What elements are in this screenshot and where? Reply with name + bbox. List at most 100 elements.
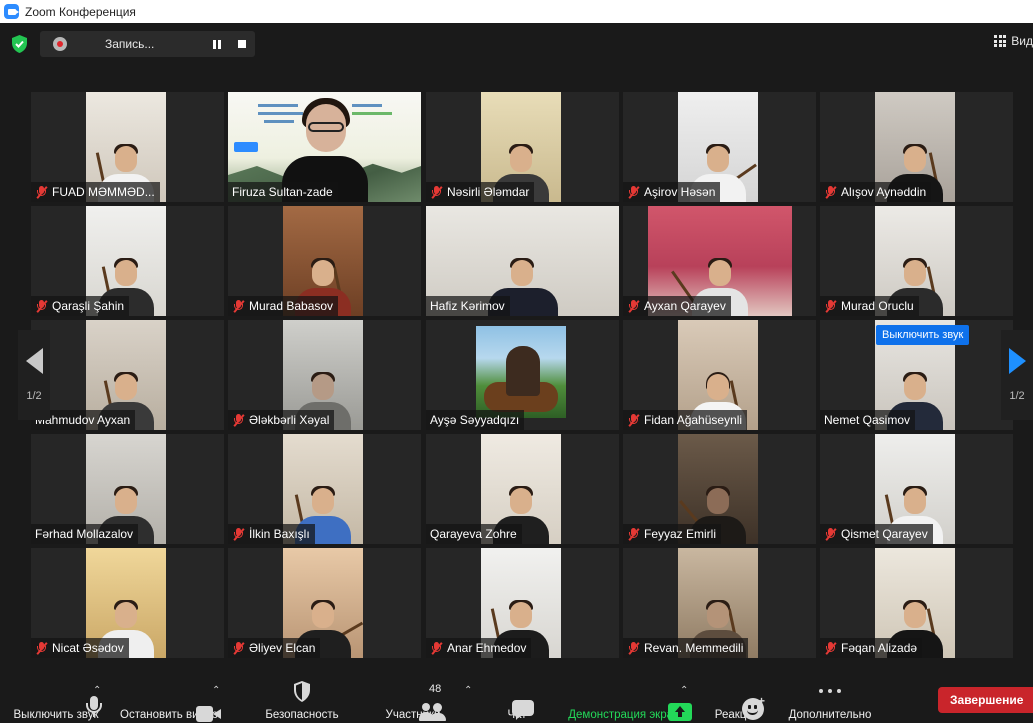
participant-name: Ayşə Səyyadqızı [430, 413, 520, 427]
chevron-left-icon [25, 348, 43, 374]
participant-name-label: Əliyev Elcan [228, 638, 321, 658]
participant-name: İlkin Baxışlı [249, 527, 310, 541]
participant-name-label: Hafiz Kərimov [426, 296, 510, 316]
participant-tile[interactable]: Qaraşli Şahin [31, 206, 224, 316]
mute-button[interactable]: Выключить звук [8, 671, 104, 723]
mic-muted-icon [430, 641, 443, 655]
previous-page-button[interactable]: 1/2 [18, 330, 50, 420]
zoom-window: Zoom Конференция Запись... Вид FUAD MƏMM… [0, 0, 1033, 723]
audio-options-chevron-up-icon[interactable]: ⌃ [93, 685, 101, 696]
participant-tile[interactable]: Mahmudov Ayxan [31, 320, 224, 430]
participant-tile[interactable]: Qismet Qarayev [820, 434, 1013, 544]
participant-name: Fərhad Mollazalov [35, 527, 134, 541]
share-screen-button[interactable]: Демонстрация экрана [562, 671, 692, 723]
participant-tile[interactable]: Əliyev Elcan [228, 548, 421, 658]
view-button[interactable]: Вид [994, 34, 1033, 48]
participant-tile[interactable]: Alışov Aynəddin [820, 92, 1013, 202]
stop-icon [238, 40, 246, 48]
window-title: Zoom Конференция [25, 4, 136, 19]
participant-tile[interactable]: Выключить звук Nemet Qasimov [820, 320, 1013, 430]
mic-muted-icon [232, 299, 245, 313]
participant-name: Qismet Qarayev [841, 527, 928, 541]
video-camera-icon [196, 706, 222, 722]
mute-participant-tooltip[interactable]: Выключить звук [876, 325, 970, 345]
participant-tile[interactable]: Fidan Ağahüseynli [623, 320, 816, 430]
participant-name: Ayxan Qarayev [644, 299, 726, 313]
participant-tile[interactable]: Anar Ehmedov [426, 548, 619, 658]
participant-tile[interactable]: Nəsirli Ələmdar [426, 92, 619, 202]
participant-name-label: Fidan Ağahüseynli [623, 410, 748, 430]
video-options-chevron-up-icon[interactable]: ⌃ [212, 685, 220, 696]
participant-name: Nemet Qasimov [824, 413, 911, 427]
reactions-smiley-icon: + [742, 694, 765, 720]
stop-video-button[interactable]: Остановить видео [116, 671, 222, 723]
participant-tile[interactable]: Revan. Memmedili [623, 548, 816, 658]
encryption-shield-icon[interactable] [11, 35, 28, 53]
participant-tile-active-speaker[interactable]: Firuza Sultan-zade [228, 92, 421, 202]
more-button[interactable]: Дополнительно [782, 671, 878, 723]
participant-name-label: Qarayeva Zohre [426, 524, 522, 544]
participant-name-label: İlkin Baxışlı [228, 524, 315, 544]
more-options-icon [819, 689, 841, 695]
participant-name-label: Feyyaz Emirli [623, 524, 722, 544]
participant-tile[interactable]: Fərhad Mollazalov [31, 434, 224, 544]
mic-muted-icon [232, 527, 245, 541]
participant-tile[interactable]: Fəqan Alizadə [820, 548, 1013, 658]
mic-muted-icon [824, 641, 837, 655]
participant-name-label: Murad Babasov [228, 296, 339, 316]
participant-tile[interactable]: Murad Babasov [228, 206, 421, 316]
participant-tile[interactable]: Ayxan Qarayev [623, 206, 816, 316]
security-shield-icon [294, 681, 310, 702]
participant-name: Firuza Sultan-zade [232, 185, 333, 199]
end-meeting-button[interactable]: Завершение [938, 687, 1033, 713]
participant-name-label: Murad Oruclu [820, 296, 919, 316]
pause-recording-button[interactable] [208, 35, 226, 53]
stop-recording-button[interactable] [233, 35, 251, 53]
participant-tile[interactable]: Ələkbərli Xəyal [228, 320, 421, 430]
participant-tile[interactable]: Feyyaz Emirli [623, 434, 816, 544]
recording-dot-icon [53, 37, 67, 51]
participant-tile[interactable]: Nicat Əsədov [31, 548, 224, 658]
participant-name: Ələkbərli Xəyal [249, 413, 330, 427]
participant-name-label: Aşirov Həsən [623, 182, 721, 202]
mic-muted-icon [232, 641, 245, 655]
mic-muted-icon [35, 185, 48, 199]
reactions-button[interactable]: + Реакции [710, 671, 765, 723]
meeting-controls-toolbar: Выключить звук ⌃ Остановить видео ⌃ Безо… [0, 671, 1033, 723]
participants-button[interactable]: Участники [380, 671, 446, 723]
participant-name-label: Nicat Əsədov [31, 638, 129, 658]
mic-muted-icon [232, 413, 245, 427]
zoom-app-icon [4, 4, 19, 19]
participant-tile[interactable]: Murad Oruclu [820, 206, 1013, 316]
share-options-chevron-up-icon[interactable]: ⌃ [680, 685, 688, 696]
participant-name-label: Ayxan Qarayev [623, 296, 731, 316]
chat-button[interactable]: Чат [500, 671, 534, 723]
participants-options-chevron-up-icon[interactable]: ⌃ [464, 685, 472, 696]
participant-name: Anar Ehmedov [447, 641, 527, 655]
participant-name-label: Qaraşli Şahin [31, 296, 130, 316]
participant-tile[interactable]: Aşirov Həsən [623, 92, 816, 202]
participant-name-label: Nemet Qasimov [820, 410, 916, 430]
participant-name: Əliyev Elcan [249, 641, 316, 655]
participant-name-label: Fəqan Alizadə [820, 638, 923, 658]
security-label: Безопасность [265, 709, 339, 721]
security-button[interactable]: Безопасность [262, 671, 342, 723]
participant-name-label: Alışov Aynəddin [820, 182, 932, 202]
participant-name-label: Anar Ehmedov [426, 638, 532, 658]
mic-muted-icon [824, 527, 837, 541]
recording-label: Запись... [105, 37, 155, 51]
participant-tile[interactable]: Ayşə Səyyadqızı [426, 320, 619, 430]
participant-name: Alışov Aynəddin [841, 185, 927, 199]
participant-tile[interactable]: İlkin Baxışlı [228, 434, 421, 544]
participant-name: Fəqan Alizadə [841, 641, 918, 655]
participant-name-label: Qismet Qarayev [820, 524, 933, 544]
participant-tile[interactable]: FUAD MƏMMƏD... [31, 92, 224, 202]
participant-tile[interactable]: Hafiz Kərimov [426, 206, 619, 316]
next-page-button[interactable]: 1/2 [1001, 330, 1033, 420]
zoom-logo-icon [234, 142, 258, 152]
participant-tile[interactable]: Qarayeva Zohre [426, 434, 619, 544]
more-label: Дополнительно [788, 709, 872, 721]
participant-name-label: Firuza Sultan-zade [228, 182, 338, 202]
mic-muted-icon [627, 413, 640, 427]
participant-name-label: Revan. Memmedili [623, 638, 749, 658]
